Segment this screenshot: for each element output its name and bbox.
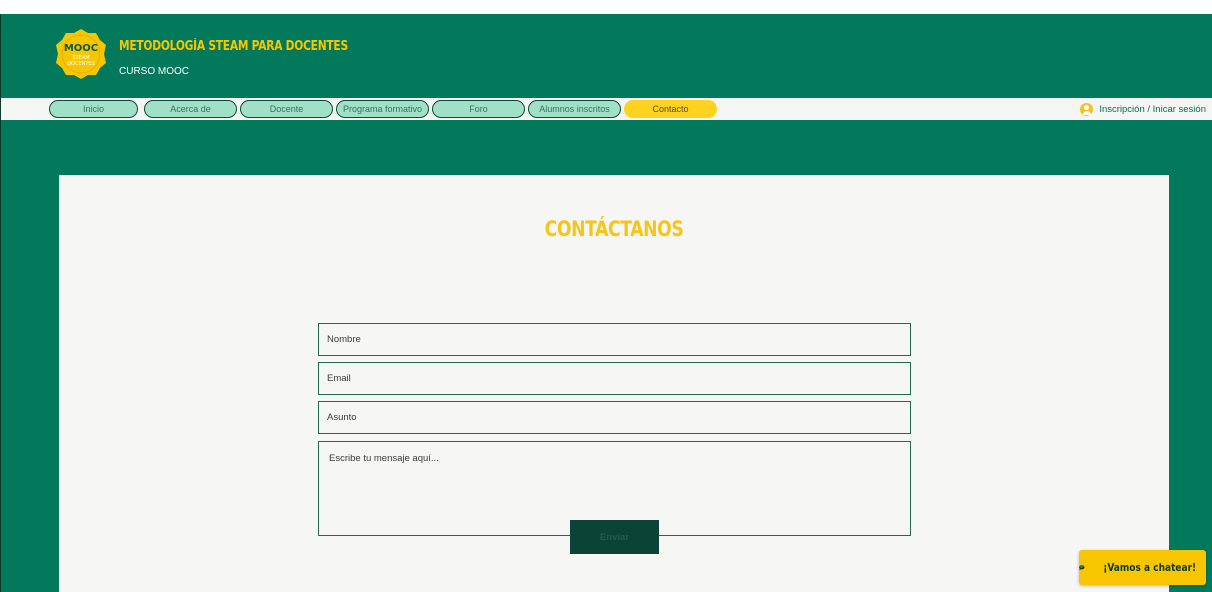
chat-button[interactable]: ¡Vamos a chatear!	[1079, 550, 1206, 585]
user-avatar-icon	[1080, 102, 1094, 116]
nav-item-programa-formativo[interactable]: Programa formativo	[336, 100, 429, 118]
nav-item-inicio[interactable]: Inicio	[49, 100, 138, 118]
contact-title: CONTÁCTANOS	[544, 217, 684, 241]
site-header: MOOC STEAM DOCENTES METODOLOGÍA STEAM PA…	[1, 14, 1212, 98]
login-label: Inscripción / Inicar sesión	[1099, 103, 1206, 115]
site-subtitle: CURSO MOOC	[119, 66, 189, 77]
contact-card: CONTÁCTANOS Enviar	[59, 175, 1169, 592]
nav-item-acerca-de[interactable]: Acerca de	[144, 100, 237, 118]
logo-line1: MOOC	[64, 43, 98, 54]
name-field[interactable]	[318, 323, 911, 356]
nav-item-alumnos-inscritos[interactable]: Alumnos inscritos	[528, 100, 621, 118]
chat-label: ¡Vamos a chatear!	[1102, 561, 1196, 574]
chat-bubble-icon	[1079, 565, 1085, 570]
nav-item-docente[interactable]: Docente	[240, 100, 333, 118]
logo-line3: DOCENTES	[67, 61, 95, 67]
send-button[interactable]: Enviar	[570, 520, 659, 554]
nav-item-contacto[interactable]: Contacto	[624, 100, 717, 118]
subject-field[interactable]	[318, 401, 911, 434]
site-title: METODOLOGÍA STEAM PARA DOCENTES	[119, 39, 348, 54]
nav-item-foro[interactable]: Foro	[432, 100, 525, 118]
email-field[interactable]	[318, 362, 911, 395]
page: MOOC STEAM DOCENTES METODOLOGÍA STEAM PA…	[0, 14, 1212, 592]
login-link[interactable]: Inscripción / Inicar sesión	[1080, 98, 1206, 120]
mooc-logo[interactable]: MOOC STEAM DOCENTES	[55, 28, 107, 80]
nav-bar: Inicio Acerca de Docente Programa format…	[1, 98, 1212, 120]
